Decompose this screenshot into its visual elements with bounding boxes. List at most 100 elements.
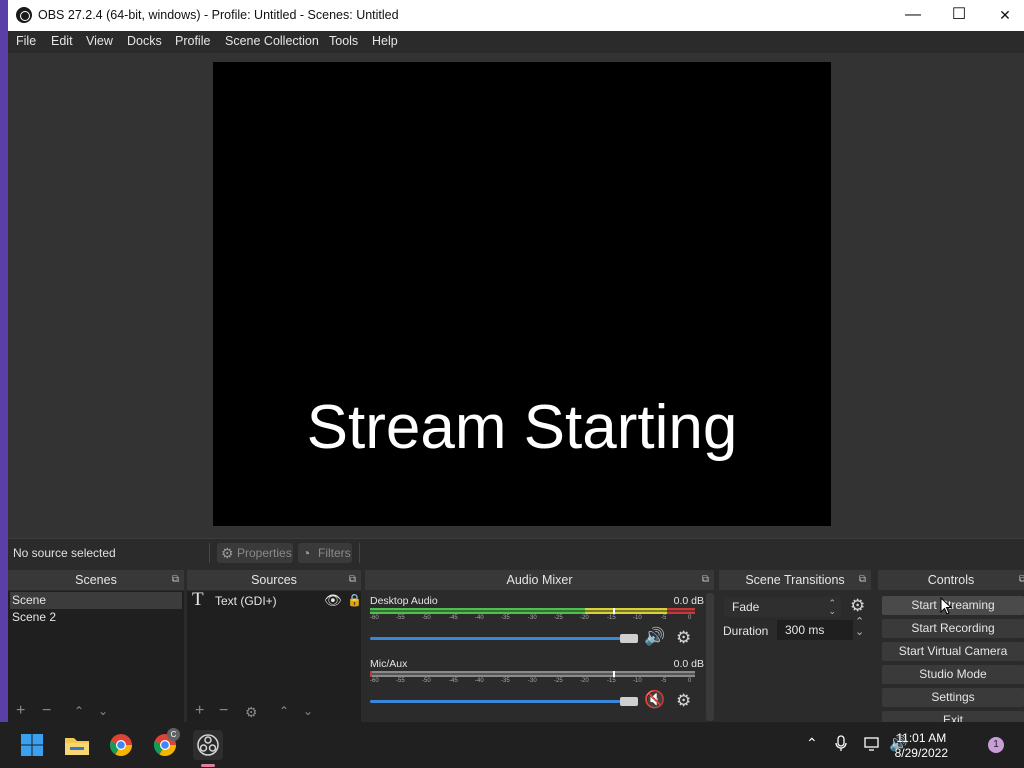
chrome-button[interactable] xyxy=(106,730,136,760)
source-toolbar: No source selected ⚙ Properties ◔ Filter… xyxy=(8,538,1024,566)
transitions-header: Scene Transitions ⧉ xyxy=(719,570,871,590)
scene-transitions-dock: Scene Transitions ⧉ Fade ⌃ ⌄ ⚙ Duration 3… xyxy=(719,570,871,722)
notification-badge[interactable]: 1 xyxy=(988,737,1004,753)
undock-icon[interactable]: ⧉ xyxy=(349,570,356,590)
volume-slider-handle[interactable] xyxy=(620,634,638,643)
network-icon[interactable] xyxy=(864,736,882,752)
volume-meter xyxy=(370,671,695,677)
move-up-icon[interactable]: ⌃ xyxy=(279,704,289,718)
add-icon[interactable]: + xyxy=(195,702,204,720)
eye-icon[interactable]: 👁 xyxy=(324,592,342,609)
transitions-title: Scene Transitions xyxy=(745,573,845,587)
duration-stepper[interactable]: ⌃ ⌄ xyxy=(855,617,864,638)
filters-button[interactable]: ◔ Filters xyxy=(298,543,352,563)
duration-label: Duration xyxy=(723,624,769,638)
menu-profile[interactable]: Profile xyxy=(175,34,210,48)
scenes-dock-title: Scenes xyxy=(75,573,117,587)
obs-logo-icon xyxy=(197,734,219,756)
menu-file[interactable]: File xyxy=(16,34,36,48)
muted-speaker-icon[interactable]: 🔇 xyxy=(644,690,665,710)
chevron-updown-icon: ⌃ ⌄ xyxy=(828,598,836,616)
file-explorer-button[interactable] xyxy=(62,730,92,760)
channel-name: Mic/Aux xyxy=(370,658,408,670)
menu-view[interactable]: View xyxy=(86,34,113,48)
scenes-list: Scene Scene 2 + − ⌃ ⌄ xyxy=(8,591,184,722)
folder-icon xyxy=(65,738,89,755)
menu-docks[interactable]: Docks xyxy=(127,34,162,48)
properties-button[interactable]: ⚙ Properties xyxy=(217,543,293,563)
start-recording-button[interactable]: Start Recording xyxy=(882,619,1024,638)
remove-icon[interactable]: − xyxy=(219,702,228,720)
settings-button[interactable]: Settings xyxy=(882,688,1024,707)
start-streaming-button[interactable]: Start Streaming xyxy=(882,596,1024,615)
maximize-button[interactable]: ☐ xyxy=(936,0,982,31)
transitions-body: Fade ⌃ ⌄ ⚙ Duration 300 ms ⌃ ⌄ xyxy=(719,591,871,722)
exit-button[interactable]: Exit xyxy=(882,711,1024,722)
transition-select[interactable]: Fade ⌃ ⌄ xyxy=(724,597,841,617)
gear-icon[interactable]: ⚙ xyxy=(245,704,258,721)
undock-icon[interactable]: ⧉ xyxy=(702,570,709,590)
volume-slider[interactable] xyxy=(370,637,632,640)
system-clock[interactable]: 11:01 AM 8/29/2022 xyxy=(895,731,948,761)
clock-date: 8/29/2022 xyxy=(894,746,948,760)
chrome-icon xyxy=(109,734,132,756)
controls-title: Controls xyxy=(927,573,975,587)
source-item[interactable]: T Text (GDI+) 👁 🔒 xyxy=(190,589,362,610)
windows-logo-icon xyxy=(21,734,43,756)
duration-input[interactable]: 300 ms xyxy=(777,620,853,640)
start-button[interactable] xyxy=(17,730,47,760)
move-up-icon[interactable]: ⌃ xyxy=(74,704,84,718)
volume-slider[interactable] xyxy=(370,700,632,703)
add-icon[interactable]: + xyxy=(16,702,25,720)
undock-icon[interactable]: ⧉ xyxy=(172,570,179,590)
channel-db: 0.0 dB xyxy=(673,658,704,670)
scenes-dock: Scenes ⧉ Scene Scene 2 + − ⌃ ⌄ xyxy=(8,570,184,722)
menu-help[interactable]: Help xyxy=(372,34,398,48)
preview-area[interactable]: Stream Starting xyxy=(8,53,1024,538)
obs-taskbar-button[interactable] xyxy=(193,730,223,767)
move-down-icon[interactable]: ⌄ xyxy=(98,704,108,718)
start-virtual-camera-button[interactable]: Start Virtual Camera xyxy=(882,642,1024,661)
audio-mixer-header: Audio Mixer ⧉ xyxy=(365,570,714,590)
transition-selected: Fade xyxy=(732,600,760,614)
properties-label: Properties xyxy=(237,546,292,560)
sources-toolbar: + − ⚙ ⌃ ⌄ xyxy=(187,702,361,722)
chrome-profile-button[interactable]: C xyxy=(150,728,180,760)
chevron-up-icon[interactable]: ⌃ xyxy=(806,735,818,752)
lock-icon[interactable]: 🔒 xyxy=(347,593,362,607)
undock-icon[interactable]: ⧉ xyxy=(1019,570,1024,590)
channel-name: Desktop Audio xyxy=(370,595,438,607)
taskbar: C ⌃ 🔊 11:01 AM 8/29/2022 1 xyxy=(0,722,1024,768)
scene-item[interactable]: Scene 2 xyxy=(10,609,182,626)
minimize-button[interactable]: — xyxy=(890,0,936,31)
menu-bar: File Edit View Docks Profile Scene Colle… xyxy=(8,31,1024,53)
undock-icon[interactable]: ⧉ xyxy=(859,570,866,590)
toolbar-divider xyxy=(209,543,210,563)
remove-icon[interactable]: − xyxy=(42,702,51,720)
sources-dock-header: Sources ⧉ xyxy=(187,570,361,590)
volume-slider-handle[interactable] xyxy=(620,697,638,706)
sources-dock: Sources ⧉ T Text (GDI+) 👁 🔒 + − ⚙ ⌃ ⌄ xyxy=(187,570,362,722)
menu-scene-collection[interactable]: Scene Collection xyxy=(225,34,319,48)
mixer-scrollbar[interactable] xyxy=(706,593,714,721)
move-down-icon[interactable]: ⌄ xyxy=(303,704,313,718)
mouse-cursor-icon xyxy=(940,597,952,615)
profile-badge: C xyxy=(167,728,180,741)
studio-mode-button[interactable]: Studio Mode xyxy=(882,665,1024,684)
close-button[interactable]: ✕ xyxy=(982,0,1024,31)
menu-tools[interactable]: Tools xyxy=(329,34,358,48)
preview-canvas[interactable]: Stream Starting xyxy=(213,62,831,526)
scene-item[interactable]: Scene xyxy=(10,592,182,609)
preview-text: Stream Starting xyxy=(306,393,738,462)
source-status: No source selected xyxy=(13,546,116,560)
title-bar: OBS 27.2.4 (64-bit, windows) - Profile: … xyxy=(8,0,1024,31)
controls-header: Controls ⧉ xyxy=(878,570,1024,590)
gear-icon[interactable]: ⚙ xyxy=(676,628,691,648)
gear-icon[interactable]: ⚙ xyxy=(850,596,865,616)
gear-icon[interactable]: ⚙ xyxy=(676,691,691,711)
menu-edit[interactable]: Edit xyxy=(51,34,73,48)
speaker-icon[interactable]: 🔊 xyxy=(644,627,665,647)
microphone-icon[interactable] xyxy=(834,735,848,753)
toolbar-divider xyxy=(359,543,360,563)
filter-icon: ◔ xyxy=(302,545,311,561)
